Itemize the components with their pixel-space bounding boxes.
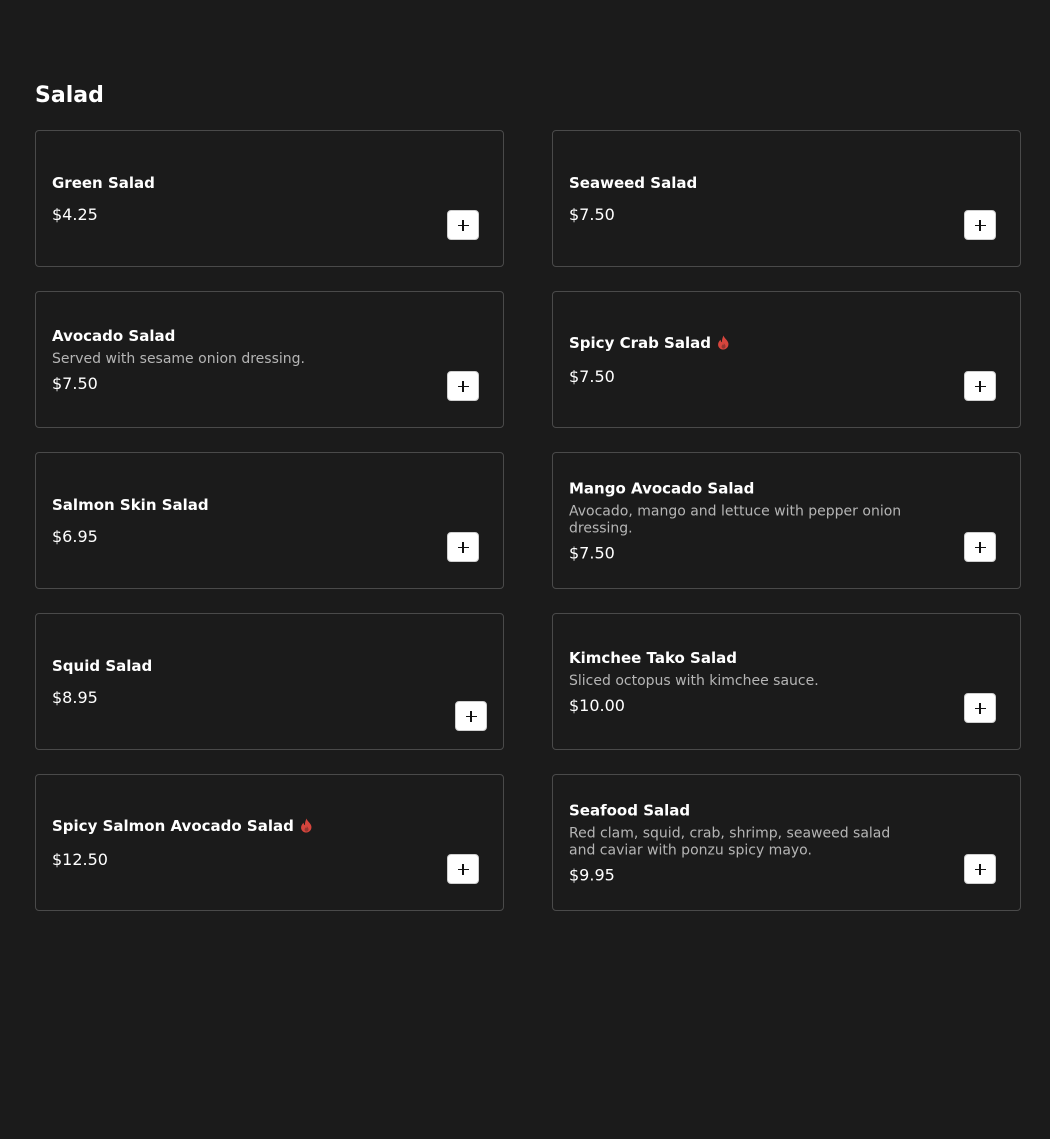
spicy-flame-icon — [300, 818, 313, 833]
menu-item-info: Seaweed Salad $7.50 — [569, 173, 910, 225]
add-to-cart-button[interactable] — [964, 371, 996, 401]
menu-item-name: Seaweed Salad — [569, 173, 910, 193]
menu-item-info: Mango Avocado Salad Avocado, mango and le… — [569, 478, 910, 563]
menu-item-card[interactable]: Mango Avocado Salad Avocado, mango and le… — [552, 452, 1021, 589]
plus-icon — [974, 702, 986, 714]
menu-item-info: Salmon Skin Salad $6.95 — [52, 495, 393, 547]
menu-item-price: $8.95 — [52, 687, 98, 707]
menu-item-description: Served with sesame onion dressing. — [52, 350, 305, 367]
plus-icon — [457, 863, 469, 875]
menu-item-name: Kimchee Tako Salad — [569, 648, 910, 668]
menu-item-name: Salmon Skin Salad — [52, 495, 393, 515]
menu-item-card[interactable]: Spicy Crab Salad $7.50 — [552, 291, 1021, 428]
menu-item-price: $7.50 — [569, 366, 615, 386]
menu-item-name: Spicy Salmon Avocado Salad — [52, 816, 393, 836]
menu-item-info: Kimchee Tako Salad Sliced octopus with ki… — [569, 648, 910, 716]
plus-icon — [465, 710, 477, 722]
spicy-flame-icon — [717, 335, 730, 350]
menu-item-price: $9.95 — [569, 865, 615, 884]
menu-item-name-text: Spicy Crab Salad — [569, 333, 711, 352]
menu-item-price: $4.25 — [52, 204, 98, 224]
section-title: Salad — [35, 83, 104, 108]
menu-item-card[interactable]: Green Salad $4.25 — [35, 130, 504, 267]
menu-item-name-text: Green Salad — [52, 173, 155, 192]
menu-item-info: Avocado Salad Served with sesame onion dr… — [52, 326, 393, 394]
menu-item-name-text: Squid Salad — [52, 656, 153, 675]
add-to-cart-button[interactable] — [447, 854, 479, 884]
menu-item-name: Green Salad — [52, 173, 393, 193]
add-to-cart-button[interactable] — [964, 210, 996, 240]
menu-item-name-text: Kimchee Tako Salad — [569, 648, 737, 667]
menu-item-name: Seafood Salad — [569, 800, 910, 820]
menu-item-info: Spicy Crab Salad $7.50 — [569, 333, 910, 387]
menu-item-name: Avocado Salad — [52, 326, 393, 346]
add-to-cart-button[interactable] — [964, 693, 996, 723]
menu-item-name-text: Mango Avocado Salad — [569, 479, 755, 497]
add-to-cart-button[interactable] — [964, 532, 996, 562]
menu-item-description: Sliced octopus with kimchee sauce. — [569, 672, 819, 689]
menu-item-price: $7.50 — [52, 373, 98, 393]
menu-item-name: Squid Salad — [52, 656, 393, 676]
menu-item-card[interactable]: Spicy Salmon Avocado Salad $12.50 — [35, 774, 504, 911]
plus-icon — [974, 380, 986, 392]
add-to-cart-button[interactable] — [455, 701, 487, 731]
menu-item-card[interactable]: Kimchee Tako Salad Sliced octopus with ki… — [552, 613, 1021, 750]
menu-item-card[interactable]: Avocado Salad Served with sesame onion dr… — [35, 291, 504, 428]
menu-item-info: Seafood Salad Red clam, squid, crab, shri… — [569, 800, 910, 885]
menu-item-name-text: Salmon Skin Salad — [52, 495, 209, 514]
menu-item-name-text: Seafood Salad — [569, 801, 691, 819]
menu-item-price: $7.50 — [569, 204, 615, 224]
menu-item-info: Spicy Salmon Avocado Salad $12.50 — [52, 816, 393, 870]
menu-item-info: Squid Salad $8.95 — [52, 656, 393, 708]
add-to-cart-button[interactable] — [964, 854, 996, 884]
menu-item-card[interactable]: Seaweed Salad $7.50 — [552, 130, 1021, 267]
menu-item-price: $6.95 — [52, 526, 98, 546]
plus-icon — [457, 219, 469, 231]
menu-item-info: Green Salad $4.25 — [52, 173, 393, 225]
menu-item-name-text: Avocado Salad — [52, 326, 176, 345]
menu-item-card[interactable]: Squid Salad $8.95 — [35, 613, 504, 750]
menu-item-name-text: Seaweed Salad — [569, 173, 698, 192]
menu-item-grid: Green Salad $4.25 Seaweed Salad $7.50 Avocad… — [35, 130, 1021, 911]
plus-icon — [457, 380, 469, 392]
menu-item-price: $7.50 — [569, 543, 615, 562]
menu-item-name-text: Spicy Salmon Avocado Salad — [52, 816, 294, 835]
menu-item-description: Avocado, mango and lettuce with pepper o… — [569, 503, 902, 536]
add-to-cart-button[interactable] — [447, 371, 479, 401]
add-to-cart-button[interactable] — [447, 532, 479, 562]
add-to-cart-button[interactable] — [447, 210, 479, 240]
menu-item-description: Red clam, squid, crab, shrimp, seaweed s… — [569, 825, 891, 858]
menu-item-card[interactable]: Salmon Skin Salad $6.95 — [35, 452, 504, 589]
plus-icon — [974, 219, 986, 231]
menu-item-name: Spicy Crab Salad — [569, 333, 910, 353]
plus-icon — [974, 863, 986, 875]
menu-item-card[interactable]: Seafood Salad Red clam, squid, crab, shri… — [552, 774, 1021, 911]
menu-item-price: $12.50 — [52, 849, 108, 869]
menu-item-name: Mango Avocado Salad — [569, 478, 910, 498]
plus-icon — [974, 541, 986, 553]
menu-item-price: $10.00 — [569, 695, 625, 715]
plus-icon — [457, 541, 469, 553]
